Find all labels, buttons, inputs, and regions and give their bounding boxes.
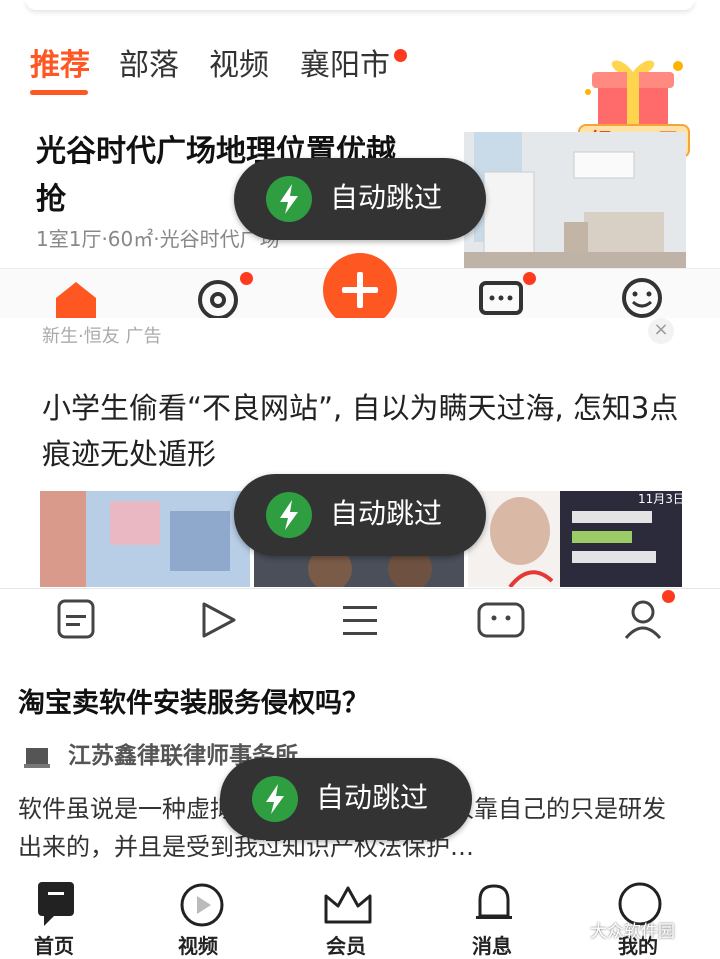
auto-skip-toast[interactable]: 自动跳过 <box>234 474 486 556</box>
nav-label-member[interactable]: 会员 <box>326 930 366 959</box>
crown-icon[interactable] <box>322 884 374 926</box>
search-bar[interactable] <box>26 0 694 10</box>
auto-skip-label: 自动跳过 <box>330 497 443 530</box>
menu-icon[interactable] <box>340 602 380 638</box>
image-date-caption: 11月3日 <box>638 492 682 506</box>
plus-icon[interactable] <box>322 252 398 318</box>
home-icon[interactable] <box>52 278 100 318</box>
lightning-icon <box>252 776 298 822</box>
user-icon[interactable] <box>622 598 664 640</box>
listing-meta: 1室1厅·60㎡·光谷时代广场 <box>36 227 280 251</box>
active-tab-underline <box>30 90 88 95</box>
pet-icon[interactable] <box>476 598 526 640</box>
tab-video[interactable]: 视频 <box>209 44 269 88</box>
ad-source: 新生·恒友 广告 <box>42 326 162 347</box>
play-circle-icon[interactable] <box>178 882 226 928</box>
watermark: 大众软件园 <box>590 922 675 942</box>
notification-dot <box>240 272 253 285</box>
tab-recommend[interactable]: 推荐 <box>30 44 90 88</box>
article-title[interactable]: 小学生偷看“不良网站”, 自以为瞒天过海, 怎知3点痕迹无处遁形 <box>42 385 682 477</box>
chat-icon[interactable] <box>478 280 524 318</box>
auto-skip-toast[interactable]: 自动跳过 <box>234 158 486 240</box>
city-notification-dot <box>394 49 407 62</box>
tab-tribe[interactable]: 部落 <box>119 44 179 88</box>
question-title[interactable]: 淘宝卖软件安装服务侵权吗？ <box>18 684 369 724</box>
nav-label-video[interactable]: 视频 <box>178 930 218 959</box>
circle-dot-icon[interactable] <box>196 278 242 318</box>
listing-thumbnail[interactable] <box>464 132 686 268</box>
auto-skip-label: 自动跳过 <box>330 181 443 214</box>
smile-icon[interactable] <box>620 276 664 318</box>
close-ad-button[interactable]: × <box>648 318 674 344</box>
play-icon[interactable] <box>198 600 240 640</box>
room-photo <box>464 132 686 268</box>
auto-skip-label: 自动跳过 <box>316 781 429 814</box>
bell-icon[interactable] <box>472 880 516 928</box>
lightning-icon <box>266 492 312 538</box>
tab-city[interactable]: 襄阳市 <box>300 44 390 88</box>
auto-skip-toast[interactable]: 自动跳过 <box>220 758 472 840</box>
law-firm-logo <box>24 748 50 768</box>
gift-box-icon <box>585 60 683 128</box>
list-icon[interactable] <box>56 598 96 640</box>
chat-bubble-icon[interactable] <box>36 880 76 926</box>
notification-dot <box>523 272 536 285</box>
lightning-icon <box>266 176 312 222</box>
nav-label-messages[interactable]: 消息 <box>472 930 512 959</box>
nav-label-home[interactable]: 首页 <box>34 930 74 959</box>
notification-dot <box>662 590 675 603</box>
